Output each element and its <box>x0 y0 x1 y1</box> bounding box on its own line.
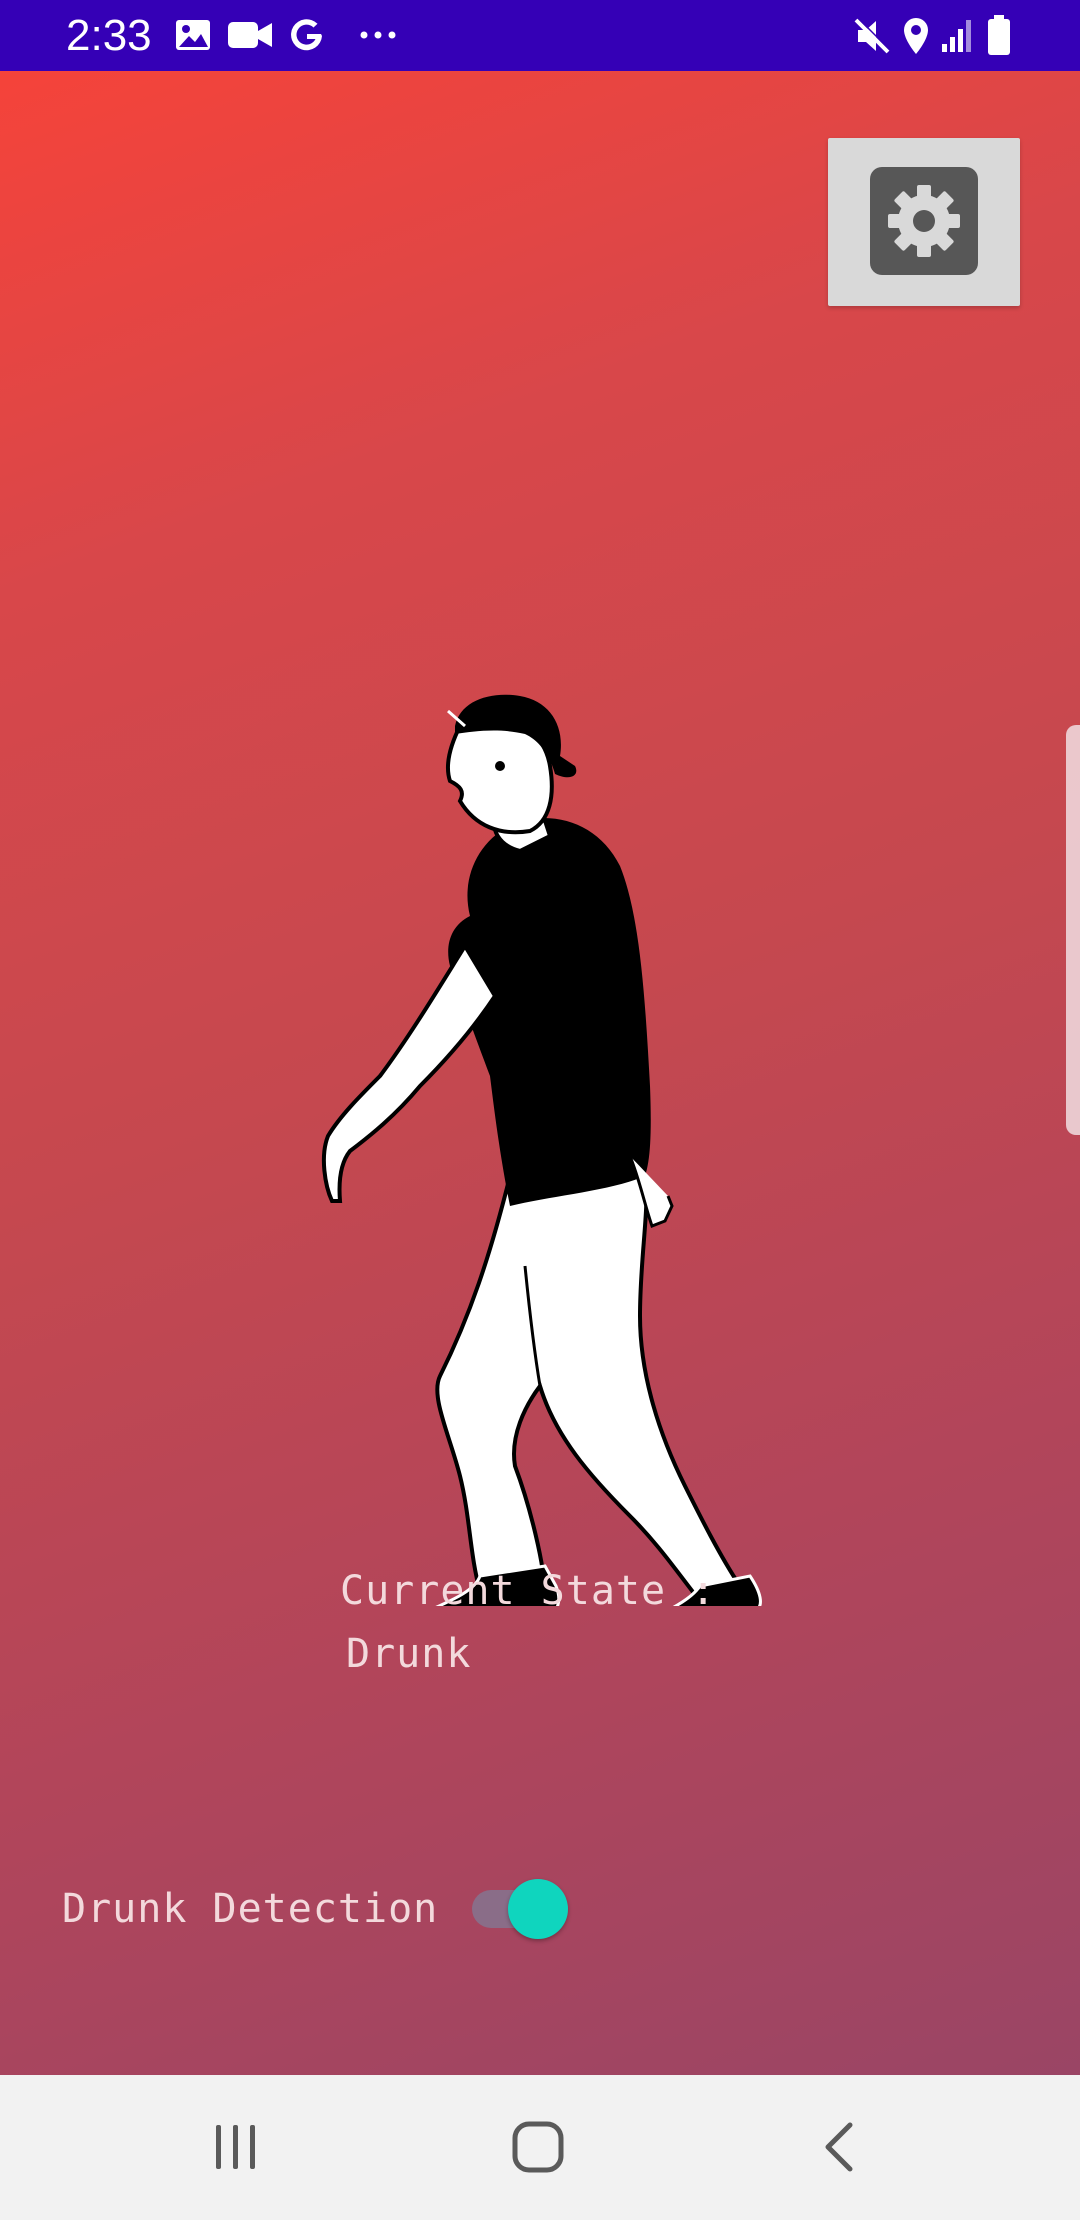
drunk-detection-toggle[interactable] <box>472 1879 572 1939</box>
more-dots-icon <box>360 31 396 39</box>
video-icon <box>228 22 272 48</box>
app-screen: 2:33 Current State: Drunk Drunk Detecti… <box>0 0 1080 2220</box>
status-bar: 2:33 <box>0 0 1080 71</box>
current-state-value: Drunk <box>346 1631 472 1677</box>
current-state-label: Current State : <box>340 1568 717 1614</box>
navigation-bar <box>0 2075 1080 2220</box>
home-icon[interactable] <box>510 2119 566 2175</box>
app-content: Current State : Drunk Drunk Detection <box>0 71 1080 2075</box>
image-icon <box>176 20 210 50</box>
settings-button[interactable] <box>828 138 1020 306</box>
signal-icon <box>942 20 971 52</box>
walking-person-illustration <box>321 694 762 1606</box>
mute-icon <box>854 17 891 54</box>
status-time: 2:33 <box>66 11 152 60</box>
recent-apps-icon[interactable] <box>208 2119 264 2175</box>
back-icon[interactable] <box>814 2119 870 2175</box>
google-icon <box>291 19 322 51</box>
gear-icon <box>870 167 978 275</box>
edge-panel-handle[interactable] <box>1066 725 1080 1135</box>
toggle-thumb <box>508 1879 568 1939</box>
drunk-detection-label: Drunk Detection <box>62 1886 439 1932</box>
battery-icon <box>988 15 1010 55</box>
location-icon <box>904 18 928 54</box>
